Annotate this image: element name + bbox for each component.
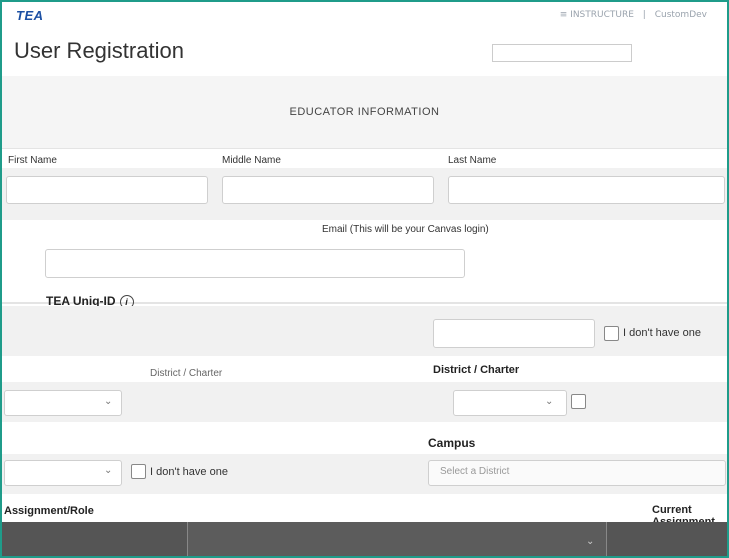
first-name-label: First Name [8,155,57,166]
campus-select-placeholder: Select a District [440,466,510,477]
tea-unique-id-input[interactable] [433,319,595,348]
instructure-label: INSTRUCTURE [570,10,634,20]
title-row: User Registration [0,38,729,68]
section-title: EDUCATOR INFORMATION [289,106,440,118]
tea-logo: TEA [16,8,44,23]
first-name-input[interactable] [6,176,208,204]
chevron-down-icon: ⌄ [104,396,113,407]
last-name-label: Last Name [448,155,497,166]
assignment-select[interactable] [187,522,607,558]
top-bar: TEA ≡ INSTRUCTURE | CustomDev [0,0,729,36]
campus-none-label: I don't have one [150,466,228,478]
custom-dev-label: CustomDev [654,10,707,20]
tea-id-none-label: I don't have one [623,327,701,339]
search-input[interactable] [492,44,632,62]
tea-id-band [0,306,729,356]
campus-label: Campus [428,436,476,450]
campus-none-checkbox[interactable] [131,464,146,479]
district-none-checkbox[interactable] [571,394,586,409]
email-input[interactable] [45,249,465,278]
chevron-down-icon: ⌄ [104,465,113,476]
email-label: Email (This will be your Canvas login) [322,224,489,235]
middle-name-input[interactable] [222,176,434,204]
section-header: EDUCATOR INFORMATION [0,76,729,149]
assignment-role-label: Assignment/Role [4,505,94,517]
district-charter-label: District / Charter [433,364,520,376]
brand-divider: | [642,10,646,20]
chevron-down-icon: ⌄ [545,396,554,407]
district-charter-left-label: District / Charter [150,368,223,379]
middle-name-label: Middle Name [222,155,281,166]
instructure-icon: ≡ [559,10,568,20]
brand-area: ≡ INSTRUCTURE | CustomDev [560,10,707,20]
tea-id-none-checkbox[interactable] [604,326,619,341]
page-title: User Registration [14,38,184,63]
chevron-down-icon: ⌄ [586,536,595,547]
last-name-input[interactable] [448,176,725,204]
